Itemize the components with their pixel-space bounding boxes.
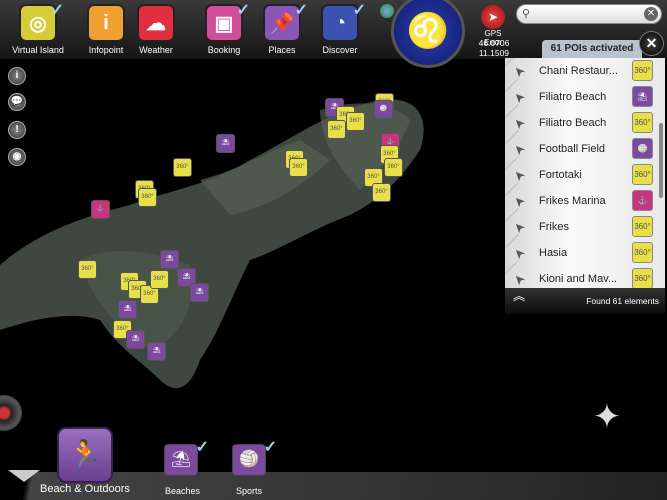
map-marker-beach[interactable]: ⛱ [126,330,145,349]
poi-name: Hasia [539,246,568,259]
info-icon[interactable]: i [8,67,26,85]
check-icon: ✓ [294,2,308,19]
poi-360-icon: 360° [632,242,653,263]
toolbar-weather-button[interactable]: ☁ Weather [128,4,184,55]
poi-list-footer: ︽ Found 61 elements [505,288,665,314]
poi-name: Chani Restaur... [539,64,618,77]
map-marker-beach[interactable]: ⛱ [147,342,166,361]
toolbar-places-button[interactable]: 📌 ✓ Places [254,2,310,55]
map-marker-beach[interactable]: ⛱ [190,283,209,302]
check-icon: ✓ [263,439,277,456]
map-marker-beach[interactable]: ⛱ [160,250,179,269]
notice-icon[interactable]: ! [8,121,26,139]
map-marker-360[interactable]: 360° [138,188,157,207]
compass-icon[interactable]: ✦ [585,395,629,439]
poi-list-item[interactable]: ➤ Filiatro Beach ⛱ [505,77,665,116]
volleyball-icon: 🏐 [239,451,259,468]
map-marker-beach[interactable]: ⛱ [118,300,137,319]
weather-icon: ☁ [137,4,175,42]
poi-list-item[interactable]: ➤ Hasia 360° [505,233,665,272]
search-icon: ⚲ [522,8,531,20]
lion-emblem-icon: ♌ [406,12,450,50]
coordinates: 46.0706 11.1509 [472,38,516,58]
poi-list-item[interactable]: ➤ Frikes 360° [505,207,665,246]
map-marker-360[interactable]: 360° [289,158,308,177]
poi-marina-icon: ⚓ [632,190,653,211]
map-marker-360[interactable]: 360° [372,183,391,202]
scrollbar[interactable] [659,123,663,198]
category-label: Beach & Outdoors [40,483,130,495]
toolbar-label: Virtual Island [12,45,64,55]
search-input[interactable]: ⚲ ✕ [516,4,662,24]
runner-icon: 🏃 [67,439,103,470]
sports-button[interactable]: 🏐 ✓ [232,439,277,476]
expand-list-button[interactable]: ︽ [513,290,525,302]
poi-360-icon: 360° [632,164,653,185]
poi-360-icon: 360° [632,216,653,237]
category-beach-outdoors-button[interactable]: 🏃 [57,427,113,483]
map-marker-360[interactable]: 360° [150,270,169,289]
check-icon: ✓ [352,2,366,19]
poi-beach-icon: ⛱ [632,86,653,107]
sports-label: Sports [236,486,263,496]
map-marker-360[interactable]: 360° [384,158,403,177]
logo[interactable]: ♌ [391,0,465,68]
map-marker-360[interactable]: 360° [346,112,365,131]
toolbar-discover-button[interactable]: ◔ ✓ Discover [312,2,368,55]
poi-list-item[interactable]: ➤ Frikes Marina ⚓ [505,181,665,220]
map-marker-sports[interactable]: 🏐 [374,100,393,119]
gps-icon: ➤ [481,5,505,29]
map-marker-360[interactable]: 360° [78,260,97,279]
toolbar-booking-button[interactable]: ▣ ✓ Booking [196,2,252,55]
beaches-button[interactable]: ⛱ ✓ [164,439,209,476]
poi-name: Frikes Marina [539,194,606,207]
camera-icon[interactable]: ◉ [8,148,26,166]
poi-name: Filiatro Beach [539,90,607,103]
beaches-label: Beaches [165,486,201,496]
map-marker-beach[interactable]: ⛱ [216,134,235,153]
poi-list-item[interactable]: ➤ Chani Restaur... 360° [505,58,665,90]
poi-360-icon: 360° [632,112,653,133]
poi-list-item[interactable]: ➤ Filiatro Beach 360° [505,103,665,142]
map-marker-360[interactable]: 360° [327,120,346,139]
poi-name: Football Field [539,142,606,155]
poi-name: Frikes [539,220,569,233]
longitude: 11.1509 [478,48,510,58]
latitude: 46.0706 [478,38,510,48]
poi-list-item[interactable]: ➤ Football Field 🏐 [505,129,665,168]
poi-list[interactable]: ➤ Chani Restaur... 360° ➤ Filiatro Beach ⛱ ➤ Fi… [505,58,665,288]
toolbar-label: Weather [139,45,173,55]
pois-activated-label: 61 POIs activated [542,40,642,58]
toolbar-label: Discover [322,45,358,55]
close-panel-button[interactable]: ✕ [639,31,664,56]
poi-name: Filiatro Beach [539,116,607,129]
comment-icon[interactable]: 💬 [8,93,26,111]
check-icon: ✓ [236,2,250,19]
collapse-arrow-icon[interactable] [8,470,40,482]
map-marker-marina[interactable]: ⚓ [91,200,110,219]
poi-name: Fortotaki [539,168,582,181]
poi-360-icon: 360° [632,60,653,81]
toolbar-label: Places [268,45,296,55]
beach-umbrella-icon: ⛱ [170,451,192,468]
check-icon: ✓ [195,439,209,456]
toolbar-infopoint-button[interactable]: i Infopoint [78,4,134,55]
found-count: Found 61 elements [586,296,659,306]
toolbar-label: Booking [207,45,241,55]
poi-list-item[interactable]: ➤ Kioni and Mav... 360° [505,259,665,288]
toolbar-virtual-island-button[interactable]: ◎ ✓ Virtual Island [10,2,66,55]
poi-list-item[interactable]: ➤ Fortotaki 360° [505,155,665,194]
map-marker-360[interactable]: 360° [173,158,192,177]
clear-search-button[interactable]: ✕ [644,7,658,21]
poi-360-icon: 360° [632,268,653,288]
poi-name: Kioni and Mav... [539,272,618,285]
check-icon: ✓ [50,2,64,19]
toolbar-label: Infopoint [88,45,124,55]
info-icon: i [87,4,125,42]
poi-sports-icon: 🏐 [632,138,653,159]
globe-icon[interactable] [380,4,394,18]
